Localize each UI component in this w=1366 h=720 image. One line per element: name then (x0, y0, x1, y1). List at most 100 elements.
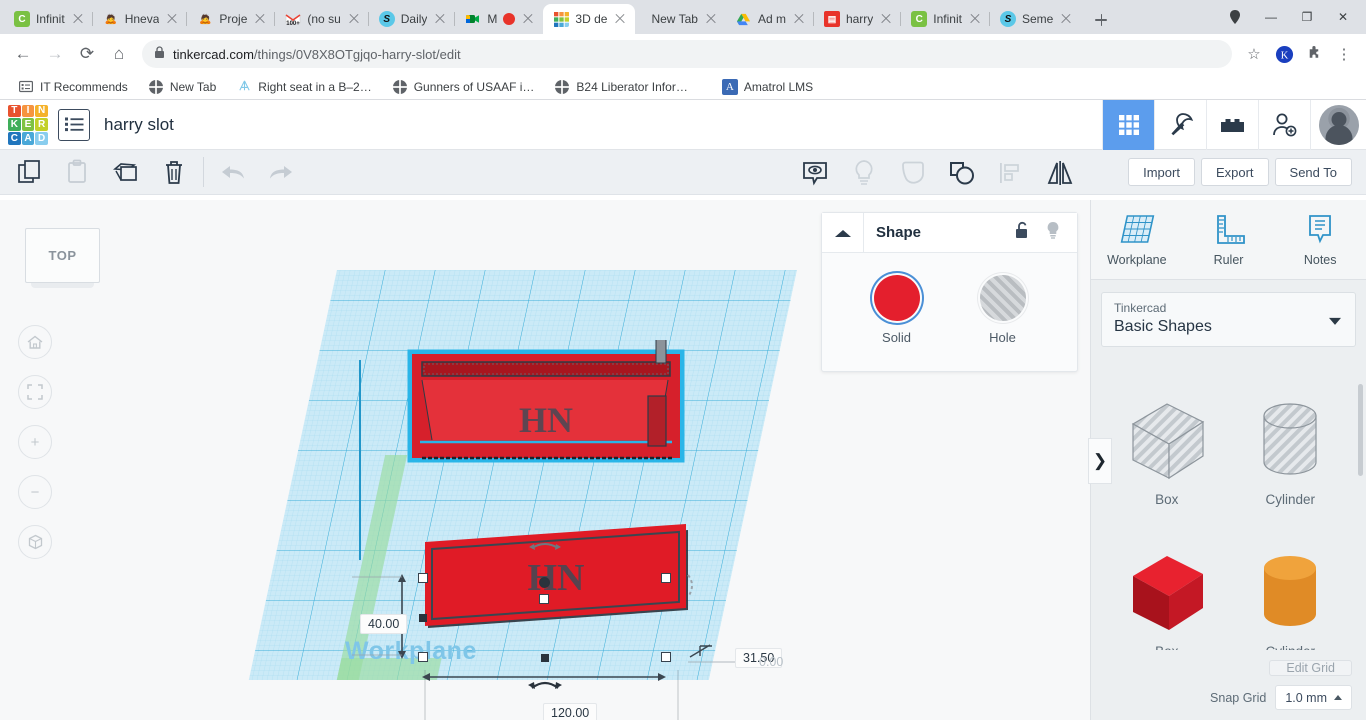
close-icon[interactable] (704, 12, 718, 26)
browser-tab[interactable]: M (455, 4, 543, 34)
align-icon[interactable] (986, 151, 1035, 195)
dimension-height[interactable]: 40.00 (360, 614, 408, 634)
browser-tab[interactable]: 🙇 Hneva (93, 4, 188, 34)
close-icon[interactable] (521, 12, 535, 26)
close-icon[interactable] (433, 12, 447, 26)
browser-tab-active[interactable]: 3D de (543, 4, 636, 34)
home-icon[interactable]: ⌂ (104, 39, 134, 69)
kami-extension-icon[interactable]: K (1270, 40, 1298, 68)
send-to-button[interactable]: Send To (1274, 158, 1352, 186)
shape-library-select[interactable]: Tinkercad Basic Shapes (1101, 292, 1356, 347)
browser-tab[interactable]: C Infinit (4, 4, 93, 34)
edit-grid-button[interactable]: Edit Grid (1269, 660, 1352, 676)
sidebar-tool-workplane[interactable]: Workplane (1091, 200, 1183, 279)
resize-handle-bottom-left[interactable] (418, 652, 428, 662)
forward-arrow-icon[interactable]: → (40, 39, 70, 69)
show-hide-eye-icon[interactable] (790, 151, 839, 195)
shape-item-cylinder-orange[interactable]: Cylinder (1229, 538, 1353, 650)
note-shape-icon[interactable] (888, 151, 937, 195)
browser-tab[interactable]: S Daily (369, 4, 456, 34)
shape-selected[interactable]: HN (400, 340, 760, 520)
close-icon[interactable] (792, 12, 806, 26)
solid-swatch[interactable] (873, 275, 920, 321)
bookmark-item[interactable]: IT Recommends (10, 77, 136, 97)
close-icon[interactable] (165, 12, 179, 26)
browser-tab[interactable]: Ad m (726, 4, 814, 34)
shape-item-cylinder-hole[interactable]: Cylinder (1229, 386, 1353, 538)
edge-handle-bottom[interactable] (541, 654, 549, 662)
pickaxe-icon[interactable] (1154, 99, 1206, 150)
chevron-right-icon[interactable]: ❯ (1088, 438, 1112, 484)
resize-handle-center[interactable] (539, 594, 549, 604)
copy-icon[interactable] (6, 150, 54, 194)
browser-tab[interactable]: 🙇 Proje (187, 4, 276, 34)
group-shapes-icon[interactable] (937, 151, 986, 195)
browser-tab[interactable]: New Tab (635, 4, 725, 34)
three-dot-menu-icon[interactable]: ⋮ (1330, 40, 1358, 68)
project-list-icon[interactable] (58, 108, 90, 141)
export-button[interactable]: Export (1200, 158, 1269, 186)
import-button[interactable]: Import (1128, 158, 1195, 186)
close-icon[interactable] (71, 12, 85, 26)
address-bar[interactable]: tinkercad.com/things/0V8X8OTgjqo-harry-s… (142, 40, 1232, 68)
duplicate-icon[interactable] (102, 150, 150, 194)
height-handle[interactable] (539, 577, 550, 588)
zoom-out-icon[interactable]: − (18, 475, 52, 509)
hole-swatch[interactable] (979, 275, 1026, 321)
grid-view-icon[interactable] (1102, 99, 1154, 150)
solid-option[interactable]: Solid (873, 275, 920, 345)
avatar[interactable] (1310, 99, 1366, 150)
browser-tab[interactable]: 100+ (no su (275, 4, 370, 34)
close-icon[interactable] (347, 12, 361, 26)
delete-trash-icon[interactable] (150, 150, 198, 194)
chevron-down-icon[interactable] (1329, 317, 1341, 325)
zoom-in-icon[interactable]: + (18, 425, 52, 459)
maximize-button[interactable]: ❐ (1290, 2, 1324, 32)
close-icon[interactable] (879, 12, 893, 26)
close-icon[interactable] (1059, 12, 1073, 26)
lightbulb-icon[interactable] (839, 151, 888, 195)
sidebar-tool-ruler[interactable]: Ruler (1183, 200, 1275, 279)
bookmark-item[interactable]: A Amatrol LMS (714, 77, 821, 97)
browser-tab[interactable]: C Infinit (901, 4, 990, 34)
dimension-width[interactable]: 120.00 (543, 703, 598, 720)
close-icon[interactable] (253, 12, 267, 26)
new-tab-button[interactable] (1087, 6, 1115, 34)
back-arrow-icon[interactable]: ← (8, 39, 38, 69)
puzzle-extension-icon[interactable] (1300, 40, 1328, 68)
profile-badge-icon[interactable] (1218, 2, 1252, 32)
ortho-perspective-icon[interactable] (18, 525, 52, 559)
bookmark-item[interactable]: Gunners of USAAF i… (384, 77, 543, 97)
bookmark-item[interactable]: B24 Liberator Infor… (546, 77, 695, 97)
bookmark-item[interactable]: New Tab (140, 77, 224, 97)
resize-handle-top-right[interactable] (661, 573, 671, 583)
browser-tab[interactable]: ▤ harry (814, 4, 902, 34)
unlock-icon[interactable] (1014, 221, 1031, 245)
home-view-icon[interactable] (18, 325, 52, 359)
star-icon[interactable]: ☆ (1240, 40, 1268, 68)
hole-option[interactable]: Hole (979, 275, 1026, 345)
view-cube-top-face[interactable]: TOP (25, 228, 100, 283)
minimize-button[interactable]: — (1254, 2, 1288, 32)
close-icon[interactable] (613, 12, 627, 26)
bookmark-item[interactable]: Right seat in a B–2… (228, 77, 379, 97)
close-window-button[interactable]: ✕ (1326, 2, 1360, 32)
shape-item-box-hole[interactable]: Box (1105, 386, 1229, 538)
undo-icon[interactable] (209, 150, 257, 194)
reload-icon[interactable]: ⟳ (72, 39, 102, 69)
add-person-icon[interactable] (1258, 99, 1310, 150)
mirror-flip-icon[interactable] (1035, 151, 1084, 195)
blocks-icon[interactable] (1206, 99, 1258, 150)
sidebar-tool-notes[interactable]: Notes (1274, 200, 1366, 279)
tinkercad-logo-icon[interactable]: T I N K E R C A D (8, 104, 48, 145)
sidebar-scrollbar[interactable] (1358, 384, 1363, 476)
shape-item-box-red[interactable]: Box (1105, 538, 1229, 650)
collapse-caret-icon[interactable] (822, 212, 864, 253)
resize-handle-bottom-right[interactable] (661, 652, 671, 662)
view-cube[interactable]: TOP (25, 228, 100, 290)
browser-tab[interactable]: S Seme (990, 4, 1081, 34)
paste-icon[interactable] (54, 150, 102, 194)
lightbulb-icon[interactable] (1045, 221, 1061, 245)
fit-to-view-icon[interactable] (18, 375, 52, 409)
snap-grid-select[interactable]: 1.0 mm (1275, 685, 1352, 710)
